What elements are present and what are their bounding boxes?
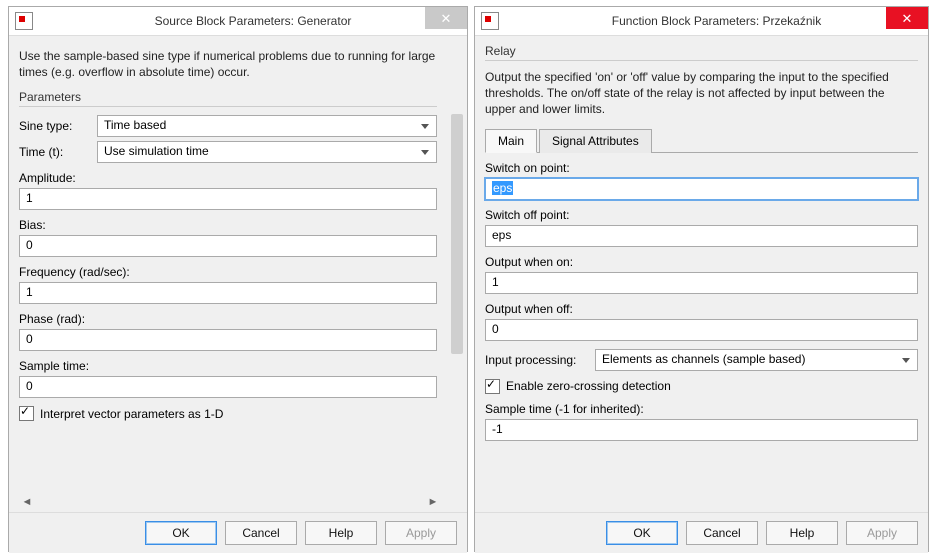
cancel-button[interactable]: Cancel — [686, 521, 758, 545]
cancel-button[interactable]: Cancel — [225, 521, 297, 545]
switch-on-input[interactable]: eps — [485, 178, 918, 200]
description-text: Output the specified 'on' or 'off' value… — [485, 69, 918, 118]
scroll-right-icon[interactable]: ► — [425, 494, 441, 510]
window-title: Source Block Parameters: Generator — [155, 14, 352, 28]
app-icon — [481, 12, 499, 30]
app-icon — [15, 12, 33, 30]
close-button[interactable]: ✕ — [886, 7, 928, 29]
ok-button[interactable]: OK — [145, 521, 217, 545]
window-relay: Function Block Parameters: Przekaźnik ✕ … — [474, 6, 929, 552]
zero-crossing-checkbox[interactable] — [485, 379, 500, 394]
scrollbar-horizontal[interactable]: ◄ ► — [19, 494, 441, 510]
scrollbar-vertical[interactable] — [449, 104, 465, 452]
apply-button: Apply — [846, 521, 918, 545]
sine-type-select[interactable]: Time based — [97, 115, 437, 137]
frequency-input[interactable]: 1 — [19, 282, 437, 304]
close-button[interactable]: ✕ — [425, 7, 467, 29]
relay-legend: Relay — [485, 44, 918, 58]
switch-on-label: Switch on point: — [485, 161, 918, 175]
output-on-input[interactable]: 1 — [485, 272, 918, 294]
relay-fieldset: Relay Output the specified 'on' or 'off'… — [485, 44, 918, 118]
amplitude-label: Amplitude: — [19, 171, 437, 185]
description-text: Use the sample-based sine type if numeri… — [19, 48, 437, 80]
parameters-legend: Parameters — [19, 90, 437, 104]
titlebar-generator: Source Block Parameters: Generator ✕ — [9, 7, 467, 36]
ok-button[interactable]: OK — [606, 521, 678, 545]
parameters-fieldset: Parameters Sine type: Time based Time (t… — [19, 90, 437, 421]
tabs: Main Signal Attributes — [485, 128, 918, 153]
zero-crossing-label: Enable zero-crossing detection — [506, 379, 671, 393]
input-processing-select[interactable]: Elements as channels (sample based) — [595, 349, 918, 371]
sample-time-input[interactable]: -1 — [485, 419, 918, 441]
input-processing-label: Input processing: — [485, 353, 595, 367]
sine-type-label: Sine type: — [19, 119, 97, 133]
sample-time-label: Sample time (-1 for inherited): — [485, 402, 918, 416]
scroll-thumb[interactable] — [451, 114, 463, 354]
time-label: Time (t): — [19, 145, 97, 159]
output-on-label: Output when on: — [485, 255, 918, 269]
time-select[interactable]: Use simulation time — [97, 141, 437, 163]
tab-signal-attributes[interactable]: Signal Attributes — [539, 129, 652, 153]
sample-time-label: Sample time: — [19, 359, 437, 373]
close-icon: ✕ — [441, 12, 452, 25]
help-button[interactable]: Help — [766, 521, 838, 545]
interpret-checkbox[interactable] — [19, 406, 34, 421]
phase-input[interactable]: 0 — [19, 329, 437, 351]
sample-time-input[interactable]: 0 — [19, 376, 437, 398]
button-bar-right: OK Cancel Help Apply — [475, 512, 928, 553]
interpret-label: Interpret vector parameters as 1-D — [40, 407, 223, 421]
help-button[interactable]: Help — [305, 521, 377, 545]
amplitude-input[interactable]: 1 — [19, 188, 437, 210]
close-icon: ✕ — [902, 12, 913, 25]
window-title: Function Block Parameters: Przekaźnik — [612, 14, 821, 28]
titlebar-relay: Function Block Parameters: Przekaźnik ✕ — [475, 7, 928, 36]
switch-off-input[interactable]: eps — [485, 225, 918, 247]
scroll-track-h — [35, 495, 425, 509]
content-relay: Relay Output the specified 'on' or 'off'… — [475, 36, 928, 512]
switch-off-label: Switch off point: — [485, 208, 918, 222]
output-off-label: Output when off: — [485, 302, 918, 316]
interpret-checkbox-row[interactable]: Interpret vector parameters as 1-D — [19, 406, 437, 421]
bias-input[interactable]: 0 — [19, 235, 437, 257]
apply-button: Apply — [385, 521, 457, 545]
divider — [19, 106, 437, 107]
phase-label: Phase (rad): — [19, 312, 437, 326]
divider — [485, 60, 918, 61]
zero-crossing-row[interactable]: Enable zero-crossing detection — [485, 379, 918, 394]
bias-label: Bias: — [19, 218, 437, 232]
tab-main[interactable]: Main — [485, 129, 537, 153]
scroll-left-icon[interactable]: ◄ — [19, 494, 35, 510]
window-generator: Source Block Parameters: Generator ✕ Use… — [8, 6, 468, 552]
button-bar-left: OK Cancel Help Apply — [9, 512, 467, 553]
frequency-label: Frequency (rad/sec): — [19, 265, 437, 279]
content-generator: Use the sample-based sine type if numeri… — [9, 36, 467, 512]
output-off-input[interactable]: 0 — [485, 319, 918, 341]
